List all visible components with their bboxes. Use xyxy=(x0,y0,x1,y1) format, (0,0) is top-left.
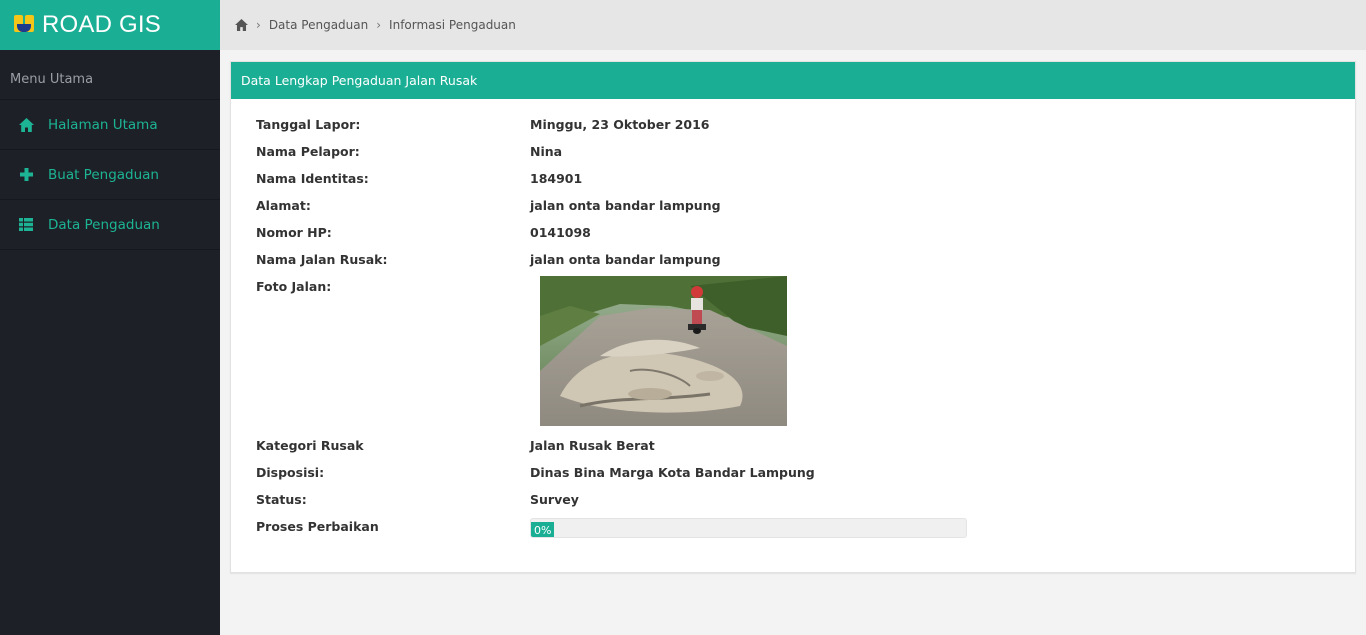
value-disposisi: Dinas Bina Marga Kota Bandar Lampung xyxy=(530,465,815,480)
sidebar-item-halaman-utama[interactable]: Halaman Utama xyxy=(0,100,220,150)
app-title: ROAD GIS xyxy=(42,11,161,38)
sidebar-item-label: Buat Pengaduan xyxy=(48,166,159,183)
breadcrumb: › Data Pengaduan › Informasi Pengaduan xyxy=(220,0,1366,50)
value-nama-identitas: 184901 xyxy=(530,171,583,186)
value-alamat: jalan onta bandar lampung xyxy=(530,198,721,213)
label-foto-jalan: Foto Jalan: xyxy=(256,279,332,294)
sidebar-item-buat-pengaduan[interactable]: Buat Pengaduan xyxy=(0,150,220,200)
breadcrumb-item-informasi-pengaduan: Informasi Pengaduan xyxy=(389,18,516,32)
list-icon xyxy=(18,217,34,233)
label-kategori-rusak: Kategori Rusak xyxy=(256,438,364,453)
label-proses-perbaikan: Proses Perbaikan xyxy=(256,519,379,534)
chevron-right-icon: › xyxy=(256,18,261,32)
label-disposisi: Disposisi: xyxy=(256,465,325,480)
road-damage-photo xyxy=(540,276,787,426)
home-icon[interactable] xyxy=(235,19,248,31)
complaint-detail-panel: Data Lengkap Pengaduan Jalan Rusak Tangg… xyxy=(230,61,1356,573)
logo-icon xyxy=(14,14,36,36)
sidebar-item-label: Data Pengaduan xyxy=(48,216,160,233)
progress-fill: 0% xyxy=(531,522,555,537)
menu-header: Menu Utama xyxy=(0,50,220,100)
plus-icon xyxy=(18,167,34,183)
panel-title: Data Lengkap Pengaduan Jalan Rusak xyxy=(231,62,1355,99)
value-kategori-rusak: Jalan Rusak Berat xyxy=(530,438,655,453)
sidebar-item-label: Halaman Utama xyxy=(48,116,158,133)
repair-progress-bar: 0% xyxy=(530,518,967,538)
brand-header[interactable]: ROAD GIS xyxy=(0,0,220,50)
value-tanggal-lapor: Minggu, 23 Oktober 2016 xyxy=(530,117,710,132)
value-nama-pelapor: Nina xyxy=(530,144,563,159)
sidebar: ROAD GIS Menu Utama Halaman Utama Buat P… xyxy=(0,0,220,635)
label-nama-jalan-rusak: Nama Jalan Rusak: xyxy=(256,252,388,267)
label-alamat: Alamat: xyxy=(256,198,311,213)
sidebar-item-data-pengaduan[interactable]: Data Pengaduan xyxy=(0,200,220,250)
home-icon xyxy=(18,117,34,133)
label-nomor-hp: Nomor HP: xyxy=(256,225,332,240)
value-status: Survey xyxy=(530,492,579,507)
label-tanggal-lapor: Tanggal Lapor: xyxy=(256,117,361,132)
label-status: Status: xyxy=(256,492,307,507)
label-nama-identitas: Nama Identitas: xyxy=(256,171,369,186)
label-nama-pelapor: Nama Pelapor: xyxy=(256,144,360,159)
value-nama-jalan-rusak: jalan onta bandar lampung xyxy=(530,252,721,267)
chevron-right-icon: › xyxy=(376,18,382,32)
value-nomor-hp: 0141098 xyxy=(530,225,591,240)
breadcrumb-item-data-pengaduan[interactable]: Data Pengaduan xyxy=(269,18,368,32)
